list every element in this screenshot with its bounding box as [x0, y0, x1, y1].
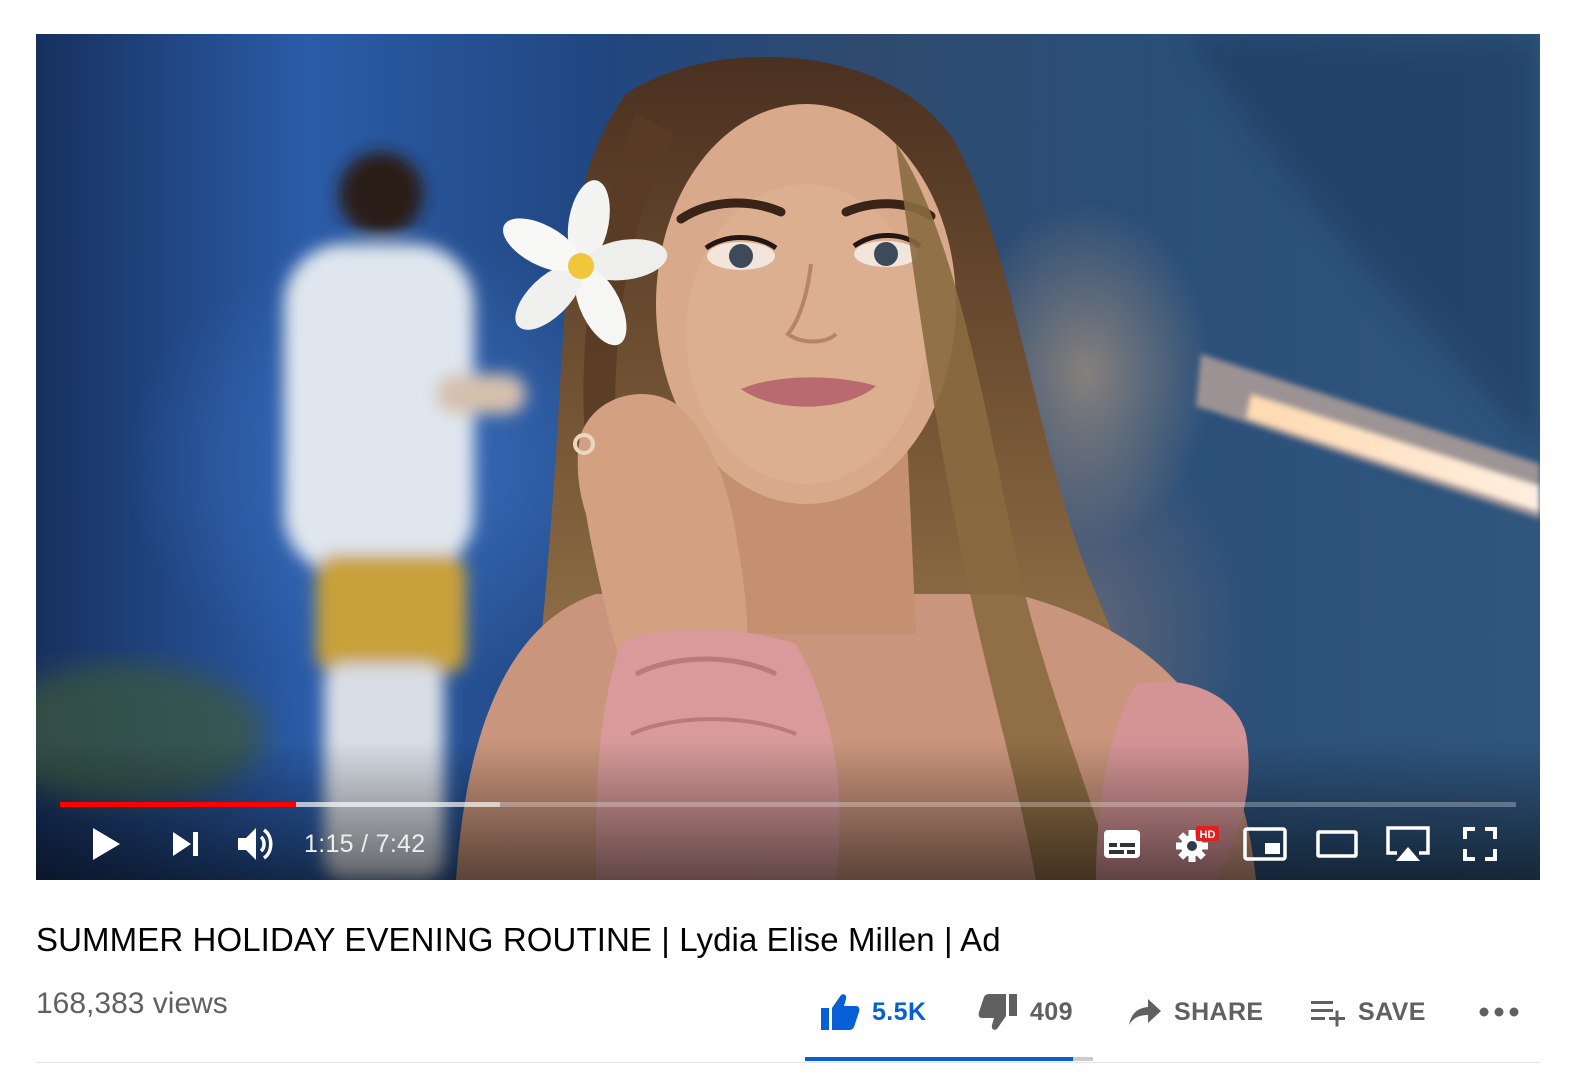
like-button[interactable]: 5.5K — [820, 990, 926, 1034]
more-horizontal-icon — [1479, 1007, 1519, 1017]
dislike-count: 409 — [1030, 997, 1073, 1026]
sentiment-bar — [805, 1057, 1093, 1061]
time-display: 1:15 / 7:42 — [304, 828, 425, 860]
more-actions-button[interactable] — [1478, 990, 1520, 1034]
dislike-button[interactable]: 409 — [978, 990, 1073, 1034]
video-title: SUMMER HOLIDAY EVENING ROUTINE | Lydia E… — [36, 921, 1001, 958]
airplay-button[interactable] — [1384, 822, 1432, 866]
miniplayer-icon — [1243, 827, 1287, 861]
fullscreen-icon — [1463, 827, 1497, 861]
airplay-icon — [1386, 826, 1430, 861]
time-total: 7:42 — [375, 830, 426, 858]
thumbs-up-icon — [821, 994, 860, 1030]
divider — [36, 1062, 1540, 1063]
save-label: SAVE — [1358, 997, 1426, 1026]
playlist-add-icon — [1311, 1001, 1345, 1027]
subtitles-button[interactable] — [1100, 822, 1144, 866]
settings-button[interactable]: HD — [1172, 822, 1222, 866]
volume-button[interactable] — [234, 822, 280, 866]
video-player[interactable]: 1:15 / 7:42 HD — [36, 34, 1540, 880]
share-button[interactable]: SHARE — [1128, 990, 1264, 1034]
view-count: 168,383 views — [36, 987, 228, 1020]
next-button[interactable] — [164, 822, 208, 866]
theater-icon — [1316, 830, 1358, 858]
progress-bar[interactable] — [60, 802, 1516, 807]
theater-button[interactable] — [1314, 822, 1360, 866]
progress-played — [60, 802, 296, 807]
hd-badge: HD — [1200, 829, 1216, 841]
gear-icon: HD — [1176, 826, 1219, 862]
share-label: SHARE — [1174, 997, 1264, 1026]
save-button[interactable]: SAVE — [1310, 990, 1426, 1034]
volume-icon — [238, 828, 273, 860]
time-separator: / — [353, 830, 376, 858]
share-icon — [1129, 999, 1161, 1025]
subtitles-icon — [1104, 830, 1140, 858]
fullscreen-button[interactable] — [1458, 822, 1502, 866]
skip-next-icon — [173, 832, 198, 856]
play-button[interactable] — [84, 822, 128, 866]
thumbs-down-icon — [978, 994, 1017, 1030]
play-icon — [93, 828, 120, 860]
sentiment-bar-likes — [805, 1057, 1073, 1061]
miniplayer-button[interactable] — [1242, 822, 1288, 866]
time-current: 1:15 — [304, 830, 354, 858]
like-count: 5.5K — [872, 997, 927, 1026]
